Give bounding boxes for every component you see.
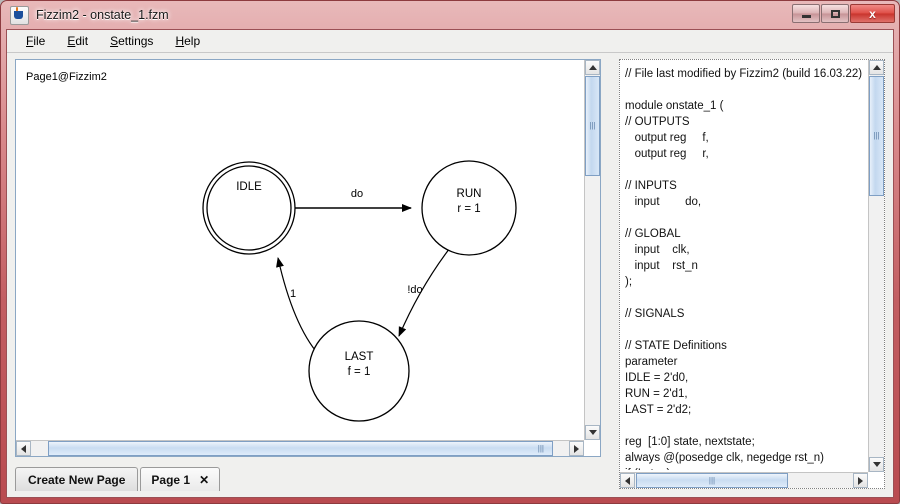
menu-settings-mnemonic: S (110, 34, 119, 48)
create-new-page-button[interactable]: Create New Page (15, 467, 139, 491)
code-scroll-left-button[interactable] (620, 473, 635, 488)
transition-last-idle[interactable] (276, 257, 320, 356)
maximize-button[interactable] (821, 4, 849, 23)
tab-page-1-label: Page 1 (151, 472, 191, 487)
state-run-output: r = 1 (457, 203, 480, 215)
scroll-thumb-grip: ||| (589, 121, 596, 130)
diagram-scroll-right-button[interactable] (569, 441, 584, 456)
code-vertical-scroll-thumb[interactable]: ||| (869, 76, 884, 196)
title-bar[interactable]: Fizzim2 - onstate_1.fzm x (1, 1, 900, 29)
state-diagram-canvas[interactable]: Page1@Fizzim2 IDLE RUN r = 1 LAST f = 1 … (16, 60, 584, 440)
state-idle-label: IDLE (236, 181, 262, 193)
close-icon: x (869, 6, 876, 21)
close-button[interactable]: x (850, 4, 895, 23)
diagram-scroll-up-button[interactable] (585, 60, 600, 75)
arrow-up-icon (872, 65, 881, 70)
code-vertical-scrollbar[interactable]: ||| (868, 60, 884, 472)
diagram-scroll-down-button[interactable] (585, 425, 600, 440)
menu-item-file[interactable]: File (17, 31, 54, 51)
generated-code-panel[interactable]: // File last modified by Fizzim2 (build … (619, 59, 885, 489)
generated-code-text[interactable]: // File last modified by Fizzim2 (build … (622, 62, 866, 470)
menu-file-rest: ile (33, 34, 46, 48)
state-run-label: RUN (457, 188, 482, 200)
window-controls: x (792, 4, 895, 23)
arrow-left-icon (625, 476, 630, 485)
content-area: Page1@Fizzim2 IDLE RUN r = 1 LAST f = 1 … (7, 53, 893, 497)
transition-label-notdo: !do (407, 284, 422, 296)
tab-page-1[interactable]: Page 1 ✕ (140, 467, 221, 491)
code-scroll-right-button[interactable] (853, 473, 868, 488)
minimize-icon (801, 14, 811, 18)
state-diagram-panel[interactable]: Page1@Fizzim2 IDLE RUN r = 1 LAST f = 1 … (15, 59, 601, 457)
menu-item-settings[interactable]: Settings (101, 31, 162, 51)
hscroll-thumb-grip: ||| (537, 443, 544, 453)
window-client-area: File Edit Settings Help Page1@Fizzim2 ID… (6, 29, 894, 498)
diagram-horizontal-scroll-thumb[interactable]: ||| (48, 441, 553, 456)
diagram-horizontal-scrollbar[interactable]: ||| (16, 440, 584, 456)
diagram-vertical-scrollbar[interactable]: ||| (584, 60, 600, 440)
transition-label-do: do (351, 188, 363, 200)
code-horizontal-scroll-thumb[interactable]: ||| (636, 473, 788, 488)
menu-help-mnemonic: H (175, 34, 185, 48)
transition-label-one: 1 (290, 288, 296, 300)
minimize-button[interactable] (792, 4, 820, 23)
window-title: Fizzim2 - onstate_1.fzm (36, 8, 169, 22)
arrow-down-icon (872, 462, 881, 467)
menu-edit-rest: dit (75, 34, 89, 48)
menu-bar: File Edit Settings Help (7, 30, 893, 53)
arrow-up-icon (588, 65, 597, 70)
menu-item-help[interactable]: Help (166, 31, 209, 51)
code-scroll-up-button[interactable] (869, 60, 884, 75)
close-icon[interactable]: ✕ (199, 473, 209, 487)
menu-item-edit[interactable]: Edit (58, 31, 97, 51)
code-horizontal-scrollbar[interactable]: ||| (620, 472, 868, 488)
create-new-page-label: Create New Page (28, 472, 126, 487)
state-idle-inner[interactable] (206, 165, 292, 251)
java-cup-icon (10, 5, 29, 25)
arrow-right-icon (574, 444, 579, 453)
state-last-label: LAST (345, 351, 374, 363)
arrow-down-icon (588, 430, 597, 435)
menu-settings-rest: ettings (118, 34, 154, 48)
arrow-left-icon (21, 444, 26, 453)
diagram-scroll-left-button[interactable] (16, 441, 31, 456)
arrow-right-icon (858, 476, 863, 485)
code-hscroll-grip: ||| (708, 475, 716, 485)
code-scroll-down-button[interactable] (869, 457, 884, 472)
code-scroll-thumb-grip: ||| (873, 131, 880, 140)
state-last-output: f = 1 (348, 366, 371, 378)
application-window: Fizzim2 - onstate_1.fzm x File Edit Sett… (0, 0, 900, 504)
diagram-vertical-scroll-thumb[interactable]: ||| (585, 76, 600, 176)
state-machine-graphic: IDLE RUN r = 1 LAST f = 1 do !do 1 (202, 160, 517, 422)
page-tab-strip: Create New Page Page 1 ✕ (15, 463, 601, 491)
maximize-icon (830, 9, 840, 18)
menu-help-rest: elp (184, 34, 201, 48)
